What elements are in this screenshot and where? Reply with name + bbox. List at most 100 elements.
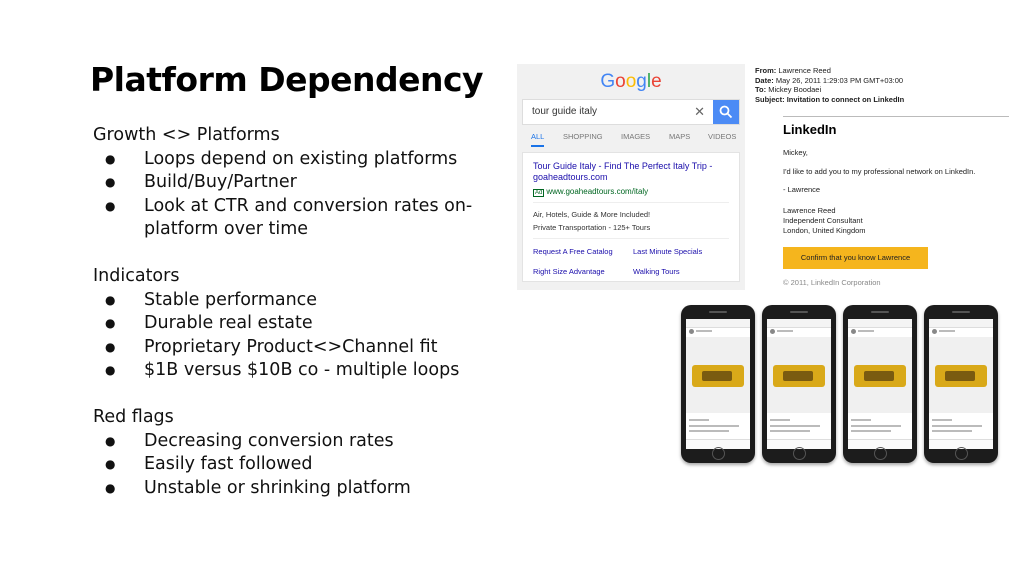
tab-maps[interactable]: MAPS: [669, 132, 690, 141]
phone-speaker: [790, 311, 808, 313]
text-placeholder: [932, 425, 982, 427]
logo-letter: o: [615, 71, 626, 92]
bullet-item: Look at CTR and conversion rates on-plat…: [93, 195, 513, 242]
phone-mockup: [762, 305, 836, 463]
text-placeholder: [689, 419, 709, 421]
avatar: [689, 329, 694, 334]
phone-mockup: [924, 305, 998, 463]
phone-speaker: [952, 311, 970, 313]
bullet-item: Decreasing conversion rates: [93, 430, 513, 454]
logo-letter: G: [600, 71, 616, 92]
text-placeholder: [858, 330, 874, 332]
email-greeting: Mickey,: [783, 148, 808, 157]
signature-title: Independent Consultant: [783, 216, 863, 225]
divider: [533, 238, 729, 239]
image-art: [783, 371, 813, 381]
phone-screen: [767, 319, 831, 449]
linkedin-email-screenshot: From: Lawrence Reed Date: May 26, 2011 1…: [755, 66, 1010, 296]
email-signoff: - Lawrence: [783, 185, 821, 194]
text-placeholder: [696, 330, 712, 332]
bullet-item: Unstable or shrinking platform: [93, 477, 513, 501]
tab-videos[interactable]: VIDEOS: [708, 132, 736, 141]
post-image: [848, 337, 912, 413]
ad-result-card: Tour Guide Italy - Find The Perfect Ital…: [522, 152, 740, 282]
to-value: Mickey Boodaei: [768, 85, 822, 94]
app-header: [929, 319, 993, 328]
divider: [533, 202, 729, 203]
text-placeholder: [851, 430, 891, 432]
from-value: Lawrence Reed: [778, 66, 831, 75]
confirm-button[interactable]: Confirm that you know Lawrence: [783, 247, 928, 269]
ad-url: Ad www.goaheadtours.com/italy: [533, 187, 648, 197]
text-placeholder: [851, 419, 871, 421]
phone-screen: [848, 319, 912, 449]
logo-letter: g: [636, 71, 647, 92]
header-label: Date:: [755, 75, 774, 85]
text-placeholder: [689, 430, 729, 432]
slide-title: Platform Dependency: [90, 60, 484, 99]
signature-name: Lawrence Reed: [783, 206, 836, 215]
post-image: [767, 337, 831, 413]
app-header: [767, 319, 831, 328]
google-logo: Google: [517, 71, 745, 93]
sitelink[interactable]: Right Size Advantage: [533, 267, 605, 276]
sitelink[interactable]: Walking Tours: [633, 267, 680, 276]
tab-shopping[interactable]: SHOPPING: [563, 132, 603, 141]
bullet-item: Easily fast followed: [93, 453, 513, 477]
tab-images[interactable]: IMAGES: [621, 132, 650, 141]
home-button: [793, 447, 806, 460]
home-button: [955, 447, 968, 460]
header-label: To:: [755, 85, 767, 94]
app-header: [686, 319, 750, 328]
bullet-item: Build/Buy/Partner: [93, 171, 513, 195]
text-placeholder: [932, 430, 972, 432]
text-placeholder: [939, 330, 955, 332]
text-placeholder: [932, 419, 952, 421]
text-placeholder: [851, 425, 901, 427]
email-header: From: Lawrence Reed Date: May 26, 2011 1…: [755, 66, 1010, 104]
logo-letter: o: [625, 71, 637, 92]
phone-speaker: [871, 311, 889, 313]
logo-letter: e: [651, 71, 662, 92]
header-label: From:: [755, 66, 777, 75]
search-query: tour guide italy: [532, 106, 598, 117]
search-button[interactable]: [713, 100, 739, 124]
ad-title-link[interactable]: Tour Guide Italy - Find The Perfect Ital…: [533, 161, 733, 183]
ad-description: Private Transportation - 125+ Tours: [533, 223, 651, 232]
linkedin-logo: LinkedIn: [783, 122, 837, 137]
signature-location: London, United Kingdom: [783, 226, 866, 235]
section-red-flags: Red flags Decreasing conversion rates Ea…: [93, 406, 513, 500]
ad-url-text: www.goaheadtours.com/italy: [546, 187, 649, 196]
search-input[interactable]: tour guide italy ✕: [522, 99, 740, 125]
tab-all[interactable]: ALL: [531, 132, 545, 147]
phone-screen: [929, 319, 993, 449]
image-art: [702, 371, 732, 381]
phone-speaker: [709, 311, 727, 313]
section-heading: Red flags: [93, 407, 174, 427]
text-placeholder: [777, 330, 793, 332]
bullet-item: Proprietary Product<>Channel fit: [93, 336, 513, 360]
sitelink[interactable]: Last Minute Specials: [633, 247, 702, 256]
avatar: [851, 329, 856, 334]
google-ad-screenshot: Google tour guide italy ✕ ALL SHOPPING I…: [517, 64, 745, 290]
bullet-item: Stable performance: [93, 289, 513, 313]
search-tabs: ALL SHOPPING IMAGES MAPS VIDEOS: [517, 128, 745, 148]
email-footer: © 2011, LinkedIn Corporation: [783, 278, 881, 287]
avatar: [932, 329, 937, 334]
avatar: [770, 329, 775, 334]
post-image: [686, 337, 750, 413]
phone-mockup: [681, 305, 755, 463]
phone-mockup: [843, 305, 917, 463]
bullet-item: Loops depend on existing platforms: [93, 148, 513, 172]
slide-body: Growth <> Platforms Loops depend on exis…: [93, 124, 513, 524]
sitelink[interactable]: Request A Free Catalog: [533, 247, 613, 256]
ad-badge: Ad: [533, 189, 545, 197]
text-placeholder: [770, 430, 810, 432]
image-art: [864, 371, 894, 381]
section-indicators: Indicators Stable performance Durable re…: [93, 265, 513, 383]
divider: [783, 116, 1009, 117]
post-image: [929, 337, 993, 413]
clear-icon[interactable]: ✕: [694, 104, 705, 120]
bullet-item: Durable real estate: [93, 312, 513, 336]
home-button: [874, 447, 887, 460]
